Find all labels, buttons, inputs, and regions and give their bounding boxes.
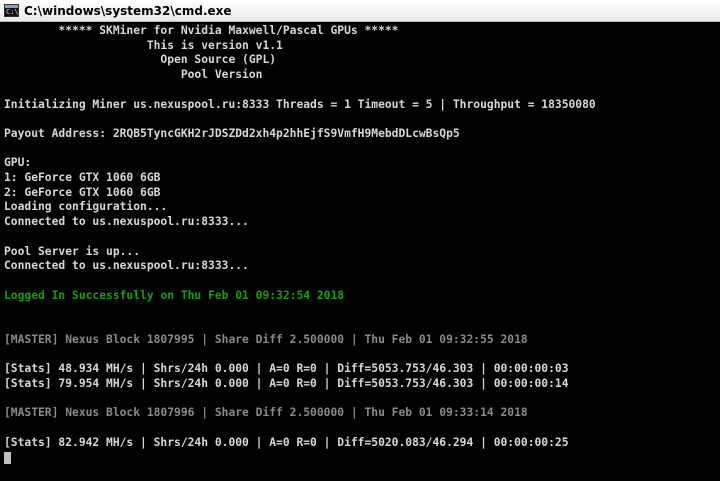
console-line: [MASTER] Nexus Block 1807996 | Share Dif… bbox=[4, 406, 528, 420]
console-line: [MASTER] Nexus Block 1807995 | Share Dif… bbox=[4, 332, 528, 346]
cmd-icon[interactable]: C:\ bbox=[4, 4, 19, 17]
console-line: Initializing Miner us.nexuspool.ru:8333 … bbox=[4, 97, 596, 111]
console-line: Connected to us.nexuspool.ru:8333... bbox=[4, 215, 249, 229]
title-bar[interactable]: C:\ C:\windows\system32\cmd.exe bbox=[0, 0, 720, 22]
console-line: 2: GeForce GTX 1060 6GB bbox=[4, 185, 161, 199]
console-line: [Stats] 48.934 MH/s | Shrs/24h 0.000 | A… bbox=[4, 362, 569, 376]
scrollbar[interactable] bbox=[706, 22, 720, 481]
text-cursor bbox=[4, 452, 11, 465]
console-line: ***** SKMiner for Nvidia Maxwell/Pascal … bbox=[4, 24, 399, 37]
console-line: Pool Version bbox=[4, 68, 263, 82]
console-line: [Stats] 82.942 MH/s | Shrs/24h 0.000 | A… bbox=[4, 435, 569, 449]
console-window: C:\ C:\windows\system32\cmd.exe ***** SK… bbox=[0, 0, 720, 481]
console-line: Connected to us.nexuspool.ru:8333... bbox=[4, 259, 249, 273]
console-line: Open Source (GPL) bbox=[4, 53, 277, 67]
console-line: Loading configuration... bbox=[4, 200, 168, 214]
console-line: 1: GeForce GTX 1060 6GB bbox=[4, 171, 161, 184]
console-line: Payout Address: 2RQB5TyncGKH2rJDSZDd2xh4… bbox=[4, 126, 460, 140]
console-line: [Stats] 79.954 MH/s | Shrs/24h 0.000 | A… bbox=[4, 376, 569, 390]
console-line: GPU: bbox=[4, 156, 32, 170]
console-output[interactable]: ***** SKMiner for Nvidia Maxwell/Pascal … bbox=[4, 24, 704, 479]
console-line: Pool Server is up... bbox=[4, 244, 141, 258]
console-line: This is version v1.1 bbox=[4, 38, 283, 52]
window-title: C:\windows\system32\cmd.exe bbox=[24, 4, 232, 18]
console-line: Logged In Successfully on Thu Feb 01 09:… bbox=[4, 288, 345, 302]
cmd-icon-text: C:\ bbox=[6, 8, 19, 16]
